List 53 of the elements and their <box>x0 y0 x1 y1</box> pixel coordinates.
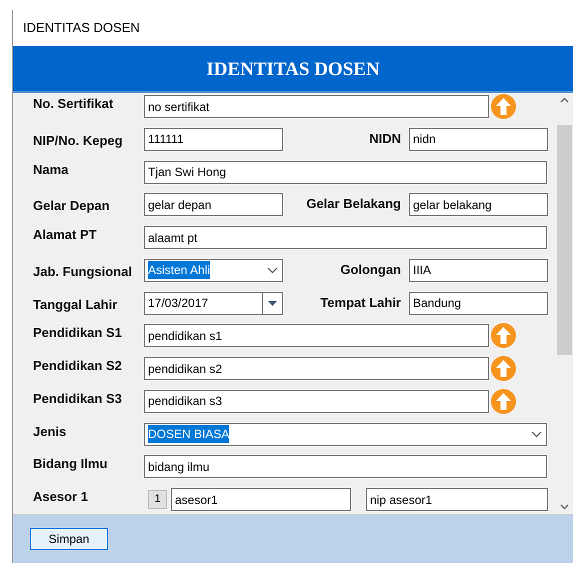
scroll-up-icon[interactable] <box>560 97 570 103</box>
header-title: IDENTITAS DOSEN <box>206 58 380 82</box>
text-field[interactable]: IIIA <box>409 258 548 282</box>
text-field[interactable]: asesor1 <box>171 488 351 511</box>
field-label: Tanggal Lahir <box>33 296 118 312</box>
up-arrow-icon <box>496 360 511 377</box>
up-arrow-icon <box>496 327 511 344</box>
number-badge: 1 <box>148 490 167 509</box>
field-label: Gelar Belakang <box>306 195 401 214</box>
caret-down-icon <box>268 300 277 306</box>
text-field[interactable]: no sertifikat <box>144 95 489 118</box>
field-label: Nama <box>33 162 68 176</box>
chevron-down-icon <box>531 430 542 438</box>
text-field[interactable]: pendidikan s3 <box>144 390 489 413</box>
field-label: Jenis <box>33 424 66 438</box>
field-label: NIDN <box>369 130 401 148</box>
field-label: Jab. Fungsional <box>33 264 132 279</box>
text-field[interactable]: pendidikan s2 <box>144 357 489 380</box>
text-field[interactable]: bidang ilmu <box>144 455 547 478</box>
chevron-down-icon <box>267 266 278 274</box>
up-arrow-icon <box>496 98 511 115</box>
text-field[interactable]: alaamt pt <box>144 226 547 249</box>
field-label: Pendidikan S2 <box>33 358 122 373</box>
text-field[interactable]: nidn <box>409 128 548 151</box>
date-field[interactable]: 17/03/2017 <box>144 292 283 314</box>
text-field[interactable]: Tjan Swi Hong <box>144 160 547 184</box>
field-label: Gelar Depan <box>33 198 110 214</box>
window-title: IDENTITAS DOSEN <box>23 19 140 38</box>
field-label: Golongan <box>340 260 401 279</box>
field-label: Asesor 1 <box>33 489 88 504</box>
field-label: No. Sertifikat <box>33 96 114 111</box>
text-field[interactable]: pendidikan s1 <box>144 324 489 348</box>
upload-button[interactable] <box>491 356 516 381</box>
upload-button[interactable] <box>491 323 516 348</box>
save-button[interactable]: Simpan <box>30 528 108 550</box>
dropdown-field[interactable]: DOSEN BIASA <box>144 422 547 446</box>
field-label: Pendidikan S1 <box>33 325 122 340</box>
upload-button[interactable] <box>491 94 516 119</box>
field-label: Alamat PT <box>33 227 97 242</box>
field-label: Bidang Ilmu <box>33 456 108 472</box>
text-field[interactable]: gelar depan <box>144 193 283 216</box>
text-field[interactable]: nip asesor1 <box>366 488 548 511</box>
scrollbar-thumb[interactable] <box>557 125 572 355</box>
upload-button[interactable] <box>491 388 516 414</box>
field-label: Tempat Lahir <box>320 294 401 312</box>
field-label: Pendidikan S3 <box>33 390 122 406</box>
scroll-down-icon[interactable] <box>560 504 570 510</box>
up-arrow-icon <box>496 392 511 410</box>
text-field[interactable]: Bandung <box>409 292 548 314</box>
field-label: NIP/No. Kepeg <box>33 132 123 148</box>
text-field[interactable]: 111111 <box>144 128 283 151</box>
text-field[interactable]: gelar belakang <box>409 193 548 216</box>
dropdown-field[interactable]: Asisten Ahli <box>144 258 283 282</box>
